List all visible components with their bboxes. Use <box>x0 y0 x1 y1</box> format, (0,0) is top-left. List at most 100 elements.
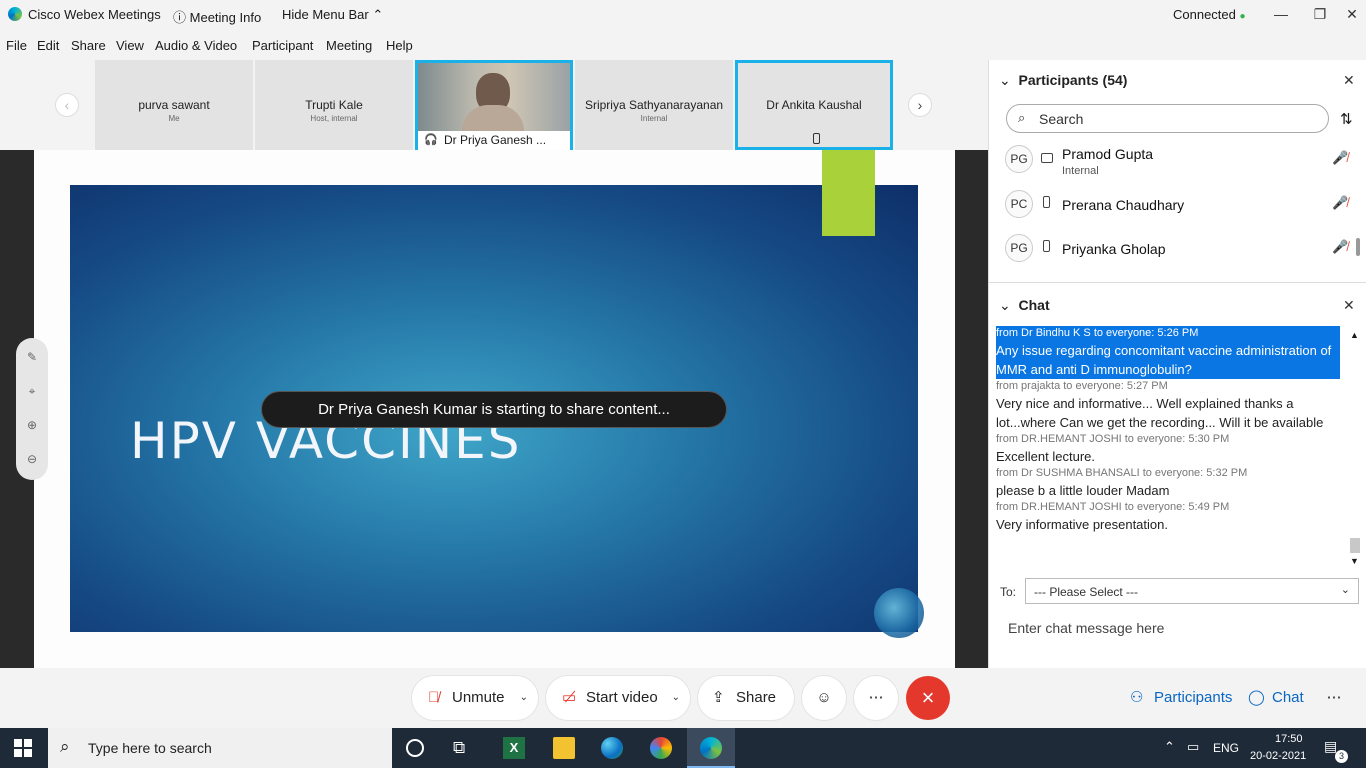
strip-prev-button[interactable]: ‹ <box>55 93 79 117</box>
chat-meta: from Dr Bindhu K S to everyone: 5:26 PM <box>996 326 1340 341</box>
scroll-thumb[interactable] <box>1350 538 1360 553</box>
video-tile-sripriya[interactable]: Sripriya Sathyanarayanan Internal <box>575 60 733 150</box>
participants-label: Participants <box>1154 689 1233 706</box>
muted-mic-icon: 🎤̸ <box>1332 195 1349 210</box>
to-label: To: <box>1000 585 1017 599</box>
chat-message: Excellent lecture. <box>996 449 1095 464</box>
menu-help[interactable]: Help <box>386 38 413 53</box>
unmute-button[interactable]: 🎙̸ Unmute ⌄ <box>412 676 538 720</box>
chat-meta: from DR.HEMANT JOSHI to everyone: 5:30 P… <box>996 433 1230 445</box>
chat-header[interactable]: ⌄ Chat <box>999 297 1050 314</box>
chat-bubble-icon: ◯ <box>1248 689 1265 706</box>
chat-message: please b a little louder Madam <box>996 483 1170 498</box>
clock-date[interactable]: 20-02-2021 <box>1250 750 1306 762</box>
tile-name: Trupti Kale <box>305 98 363 112</box>
more-options-button[interactable]: ⋯ <box>854 676 898 720</box>
smiley-icon: ☺ <box>816 689 832 706</box>
audio-icon: 🎧 <box>424 134 438 146</box>
participant-search-input[interactable]: ⌕ Search <box>1006 104 1329 133</box>
menu-share[interactable]: Share <box>71 38 106 53</box>
webex-floating-icon[interactable] <box>874 588 924 638</box>
chat-meta: from DR.HEMANT JOSHI to everyone: 5:49 P… <box>996 501 1230 513</box>
edge-icon[interactable] <box>601 737 623 759</box>
windows-start-icon[interactable] <box>14 739 32 757</box>
excel-icon[interactable]: X <box>503 737 525 759</box>
hide-menu-bar-button[interactable]: Hide Menu Bar ⌃ <box>282 7 383 23</box>
video-tile-trupti[interactable]: Trupti Kale Host, internal <box>255 60 413 150</box>
cortana-icon[interactable] <box>406 739 424 757</box>
end-meeting-button[interactable]: × <box>906 676 950 720</box>
title-bar: Cisco Webex Meetings ⓘ Meeting Info Hide… <box>0 0 1366 30</box>
pointer-icon[interactable]: ⌖ <box>16 384 48 399</box>
taskbar-search-box[interactable]: ⌕ Type here to search <box>48 728 392 768</box>
file-explorer-icon[interactable] <box>553 737 575 759</box>
minimize-button[interactable]: — <box>1270 4 1292 24</box>
participant-row[interactable]: PG Pramod Gupta Internal 🎤̸ <box>1005 145 1348 185</box>
task-view-icon[interactable]: ⧉ <box>453 737 475 759</box>
share-button[interactable]: ⇪ Share <box>698 676 794 720</box>
speaker-body <box>462 105 524 131</box>
zoom-out-icon[interactable]: ⊖ <box>16 452 48 466</box>
chevron-down-icon: ⌄ <box>999 72 1011 88</box>
chevron-up-icon: ⌃ <box>372 7 384 22</box>
start-video-label: Start video <box>586 689 658 706</box>
menu-meeting[interactable]: Meeting <box>326 38 372 53</box>
avatar: PG <box>1005 234 1033 262</box>
avatar: PC <box>1005 190 1033 218</box>
participant-row[interactable]: PG Priyanka Gholap 🎤̸ <box>1005 234 1349 274</box>
chrome-icon[interactable] <box>650 737 672 759</box>
video-tile-ankita[interactable]: Dr Ankita Kaushal <box>735 60 893 150</box>
clock-time[interactable]: 17:50 <box>1275 733 1303 745</box>
menu-view[interactable]: View <box>116 38 144 53</box>
meeting-info-button[interactable]: ⓘ Meeting Info <box>173 7 261 26</box>
strip-next-button[interactable]: › <box>908 93 932 117</box>
panel-more-button[interactable]: ⋯ <box>1318 676 1350 720</box>
chat-recipient-select[interactable]: --- Please Select --- ⌄ <box>1025 578 1359 604</box>
chat-message-list: from Dr Bindhu K S to everyone: 5:26 PM … <box>996 326 1340 566</box>
scroll-up-icon[interactable]: ▲ <box>1350 330 1359 340</box>
chevron-up-icon[interactable]: ⌃ <box>1164 739 1175 755</box>
participants-toggle-button[interactable]: ⚇ Participants <box>1118 676 1236 720</box>
menu-audio-video[interactable]: Audio & Video <box>155 38 237 53</box>
scroll-down-icon[interactable]: ▼ <box>1350 556 1359 566</box>
participants-header[interactable]: ⌄ Participants (54) <box>999 72 1127 89</box>
chat-toggle-button[interactable]: ◯ Chat <box>1240 676 1316 720</box>
menu-edit[interactable]: Edit <box>37 38 59 53</box>
share-icon: ⇪ <box>712 689 725 706</box>
sort-icon[interactable]: ⇅ <box>1340 110 1353 128</box>
close-chat-button[interactable]: ✕ <box>1343 297 1355 314</box>
close-window-button[interactable]: ✕ <box>1341 4 1363 24</box>
share-label: Share <box>736 689 777 706</box>
participant-row[interactable]: PC Prerana Chaudhary 🎤̸ <box>1005 190 1349 230</box>
tile-name-bar: 🎧 Dr Priya Ganesh ... <box>418 131 570 150</box>
more-icon: ⋯ <box>1326 689 1342 706</box>
zoom-in-icon[interactable]: ⊕ <box>16 418 48 432</box>
panel-divider <box>989 282 1366 283</box>
search-icon: ⌕ <box>1018 110 1026 125</box>
reactions-button[interactable]: ☺ <box>802 676 846 720</box>
participants-scrollbar[interactable] <box>1356 238 1360 256</box>
annotate-icon[interactable]: ✎ <box>16 350 48 364</box>
participant-name: Pramod Gupta <box>1062 146 1154 162</box>
tile-role: Me <box>168 114 180 123</box>
webex-taskbar-active[interactable] <box>687 728 735 768</box>
muted-mic-icon: 🎤̸ <box>1332 239 1349 254</box>
network-icon[interactable]: ▭ <box>1187 739 1199 755</box>
chevron-down-icon[interactable]: ⌄ <box>520 676 528 720</box>
chat-message-input[interactable]: Enter chat message here <box>1008 620 1164 636</box>
maximize-button[interactable]: ❐ <box>1309 4 1331 24</box>
close-icon: × <box>921 685 935 710</box>
video-tile-purva[interactable]: purva sawant Me <box>95 60 253 150</box>
chevron-down-icon[interactable]: ⌄ <box>672 676 680 720</box>
video-off-icon: ▭̸ <box>562 689 577 706</box>
chat-scrollbar[interactable]: ▲ ▼ <box>1349 330 1361 570</box>
close-participants-button[interactable]: ✕ <box>1343 72 1355 89</box>
menu-participant[interactable]: Participant <box>252 38 313 53</box>
language-indicator[interactable]: ENG <box>1213 741 1239 755</box>
video-tile-priya[interactable]: 🎧 Dr Priya Ganesh ... <box>415 60 573 150</box>
slide-accent-block <box>822 150 875 236</box>
participant-role: Internal <box>1062 165 1099 177</box>
menu-file[interactable]: File <box>6 38 27 53</box>
start-video-button[interactable]: ▭̸ Start video ⌄ <box>546 676 690 720</box>
chevron-down-icon: ⌄ <box>999 297 1011 313</box>
